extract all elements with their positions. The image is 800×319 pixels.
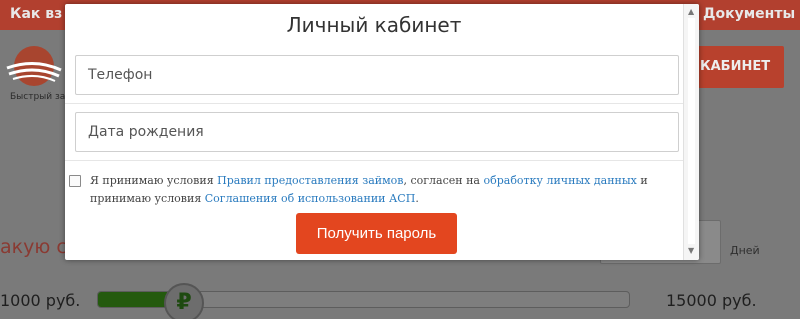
- modal-title: Личный кабинет: [286, 13, 462, 37]
- amount-slider-fill: [98, 292, 168, 307]
- phone-field[interactable]: Телефон: [75, 55, 679, 95]
- min-amount-label: 1000 руб.: [0, 291, 81, 310]
- consent-text: Я принимаю условия Правил предоставления…: [90, 174, 648, 205]
- logo-caption: Быстрый за: [10, 92, 66, 102]
- asp-agreement-link[interactable]: Соглашения об использовании АСП: [205, 192, 416, 205]
- loan-rules-link[interactable]: Правил предоставления займов: [217, 174, 403, 187]
- login-modal: Личный кабинет Телефон Дата рождения Я п…: [65, 4, 699, 260]
- amount-slider-handle[interactable]: ₽: [164, 283, 204, 319]
- scroll-down-arrow-icon[interactable]: ▼: [688, 246, 694, 255]
- scrollbar-thumb[interactable]: [688, 18, 695, 244]
- nav-link-how[interactable]: Как вз: [10, 6, 62, 22]
- consent-checkbox[interactable]: [69, 175, 81, 187]
- divider: [65, 103, 683, 104]
- loan-calculator-heading: акую с: [0, 236, 67, 258]
- personal-data-link[interactable]: обработку личных данных: [483, 174, 636, 187]
- divider: [65, 160, 683, 161]
- logo-sun-icon: [6, 46, 62, 86]
- max-amount-label: 15000 руб.: [666, 291, 757, 310]
- personal-cabinet-button[interactable]: КАБИНЕТ: [690, 46, 784, 88]
- days-unit-label: Дней: [730, 244, 760, 257]
- get-password-button[interactable]: Получить пароль: [296, 213, 457, 254]
- birth-date-field[interactable]: Дата рождения: [75, 112, 679, 152]
- nav-link-documents[interactable]: Документы: [703, 6, 795, 22]
- modal-scrollbar[interactable]: ▲ ▼: [683, 4, 699, 260]
- scroll-up-arrow-icon[interactable]: ▲: [688, 7, 694, 16]
- consent-row: Я принимаю условия Правил предоставления…: [69, 172, 669, 208]
